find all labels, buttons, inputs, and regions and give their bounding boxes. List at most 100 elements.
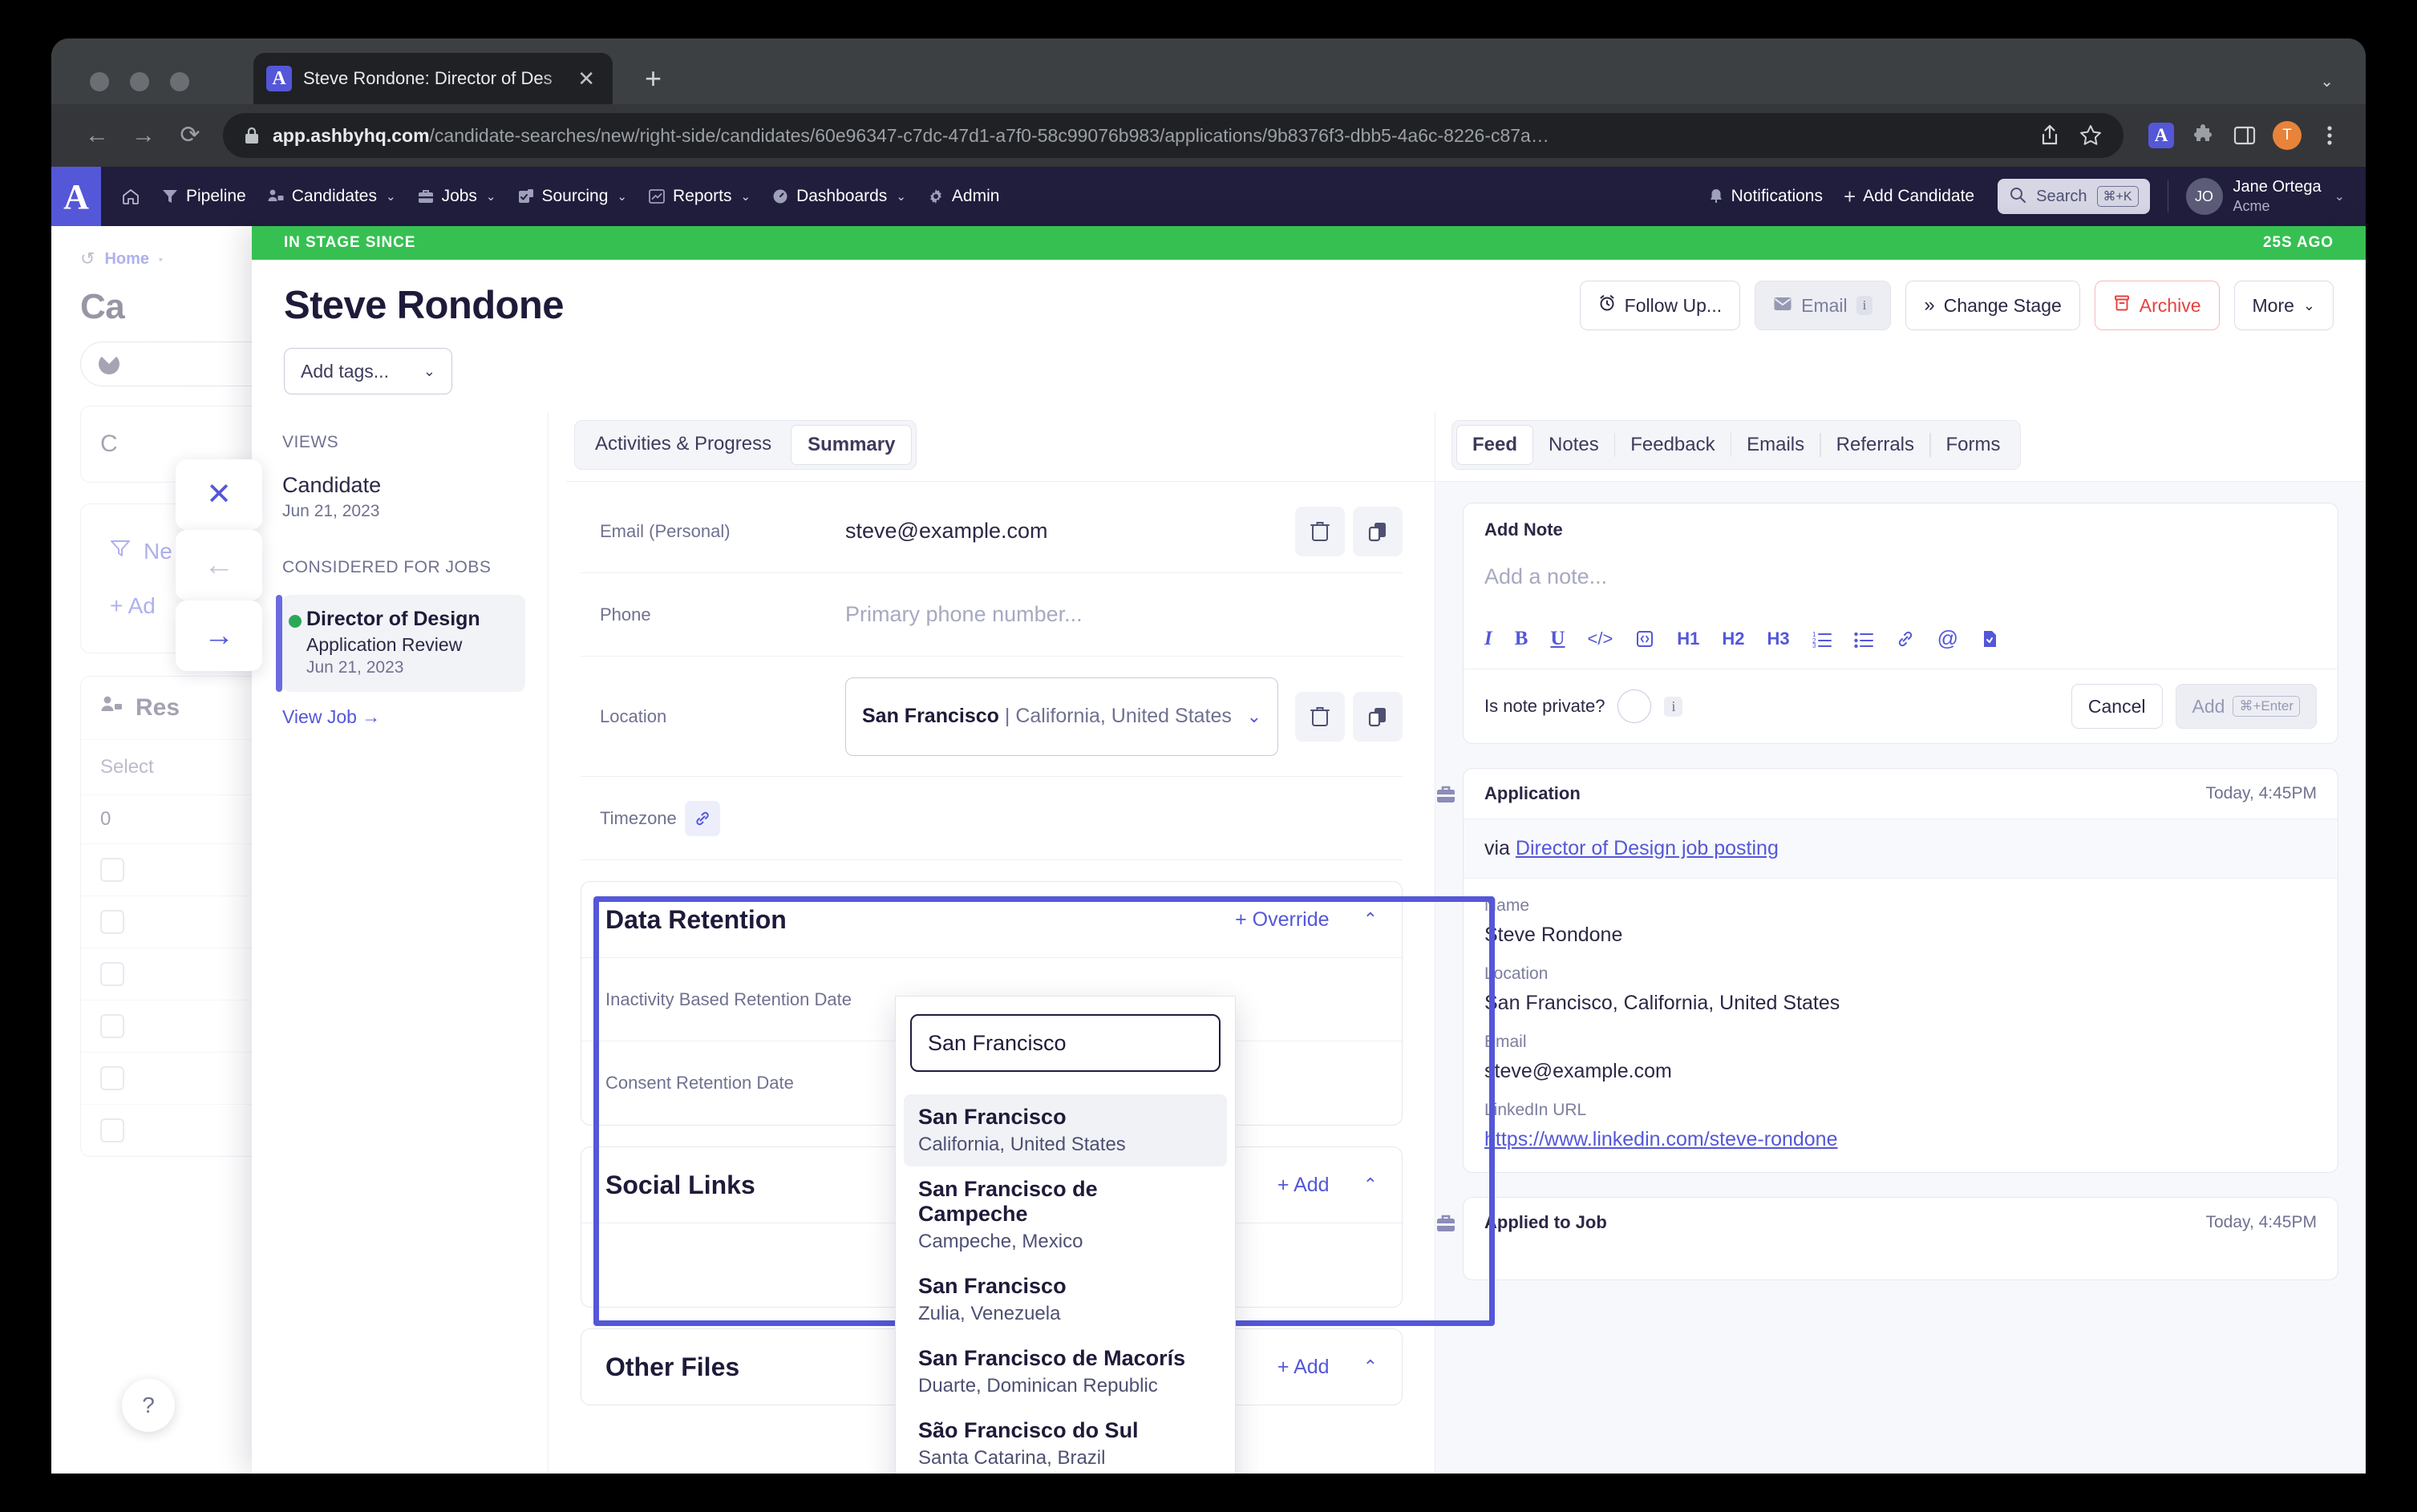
bookmark-star-icon[interactable] <box>2079 123 2103 148</box>
sidebar-item-director-of-design[interactable]: Director of Design Application Review Ju… <box>282 595 525 692</box>
user-menu[interactable]: Jane Ortega Acme <box>2233 177 2322 216</box>
browser-menu-icon[interactable] <box>2316 122 2343 149</box>
underline-icon[interactable]: U <box>1550 628 1565 650</box>
ashby-extension-icon[interactable]: A <box>2148 122 2175 149</box>
follow-up-button[interactable]: Follow Up... <box>1580 281 1740 330</box>
mention-icon[interactable]: @ <box>1937 626 1958 651</box>
private-note-toggle[interactable] <box>1617 689 1651 723</box>
new-tab-button[interactable]: + <box>645 64 662 93</box>
italic-icon[interactable]: I <box>1484 628 1492 650</box>
share-icon[interactable] <box>2038 123 2061 148</box>
nav-item-add-candidate[interactable]: + Add Candidate <box>1833 167 1985 226</box>
nav-item-candidates[interactable]: Candidates ⌄ <box>257 167 407 226</box>
code-inline-icon[interactable]: </> <box>1587 629 1613 649</box>
back-button[interactable]: ← <box>74 123 120 148</box>
more-button[interactable]: More ⌄ <box>2234 281 2334 330</box>
tab-forms[interactable]: Forms <box>1931 426 2016 464</box>
nav-item-home[interactable] <box>111 167 151 226</box>
history-clock-icon[interactable]: ↺ <box>80 249 95 269</box>
nav-item-admin[interactable]: Admin <box>917 167 1010 226</box>
address-bar[interactable]: app.ashbyhq.com/candidate-searches/new/r… <box>223 113 2123 158</box>
ordered-list-icon[interactable]: 123 <box>1812 630 1832 648</box>
chevron-up-icon[interactable]: ⌃ <box>1363 1174 1378 1195</box>
tab-feed[interactable]: Feed <box>1456 425 1533 465</box>
tab-emails[interactable]: Emails <box>1731 426 1820 464</box>
add-note-button[interactable]: Add ⌘+Enter <box>2176 684 2318 729</box>
tab-referrals[interactable]: Referrals <box>1821 426 1929 464</box>
location-option[interactable]: San Francisco Zulia, Venezuela <box>904 1263 1227 1336</box>
heading-3-icon[interactable]: H3 <box>1767 629 1790 649</box>
previous-candidate-button[interactable]: ← <box>176 530 262 600</box>
heading-1-icon[interactable]: H1 <box>1677 629 1699 649</box>
sidebar-item-candidate[interactable]: Candidate Jun 21, 2023 <box>282 473 525 521</box>
email-button[interactable]: Email i <box>1755 281 1891 330</box>
location-select[interactable]: San Francisco | California, United State… <box>845 677 1278 756</box>
nav-item-jobs[interactable]: Jobs ⌄ <box>407 167 507 226</box>
location-option[interactable]: San Francisco California, United States <box>904 1094 1227 1166</box>
job-posting-link[interactable]: Director of Design job posting <box>1516 837 1779 859</box>
nav-item-reports[interactable]: Reports ⌄ <box>638 167 761 226</box>
close-panel-button[interactable]: ✕ <box>176 459 262 530</box>
tab-notes[interactable]: Notes <box>1533 426 1614 464</box>
minimize-window-button[interactable] <box>130 72 149 91</box>
note-input[interactable]: Add a note... <box>1464 540 2338 626</box>
linkedin-url-link[interactable]: https://www.linkedin.com/steve-rondone <box>1484 1128 1838 1150</box>
location-option[interactable]: São Francisco do Sul Santa Catarina, Bra… <box>904 1408 1227 1474</box>
archive-button[interactable]: Archive <box>2095 281 2220 330</box>
chevron-down-icon[interactable]: ⌄ <box>2334 188 2345 204</box>
chevron-up-icon[interactable]: ⌃ <box>1363 1356 1378 1377</box>
nav-item-pipeline[interactable]: Pipeline <box>151 167 257 226</box>
close-tab-icon[interactable]: ✕ <box>573 68 600 89</box>
copy-location-button[interactable] <box>1353 692 1403 742</box>
tab-feedback[interactable]: Feedback <box>1615 426 1730 464</box>
link-icon[interactable] <box>685 801 720 836</box>
chevron-down-icon[interactable]: ⌄ <box>1247 706 1261 727</box>
delete-location-button[interactable] <box>1295 692 1345 742</box>
add-file-button[interactable]: + Add <box>1277 1356 1330 1379</box>
heading-2-icon[interactable]: H2 <box>1722 629 1744 649</box>
info-badge[interactable]: i <box>1856 296 1873 315</box>
view-job-link[interactable]: View Job → <box>282 706 525 728</box>
nav-item-sourcing[interactable]: Sourcing ⌄ <box>507 167 638 226</box>
delete-email-button[interactable] <box>1295 507 1345 556</box>
add-social-link-button[interactable]: + Add <box>1277 1174 1330 1197</box>
field-value-placeholder[interactable]: Primary phone number... <box>845 602 1403 627</box>
nav-item-dashboards[interactable]: Dashboards ⌄ <box>761 167 917 226</box>
extensions-puzzle-icon[interactable] <box>2189 122 2217 149</box>
reload-button[interactable]: ⟳ <box>167 123 213 148</box>
change-stage-button[interactable]: » Change Stage <box>1905 281 2079 330</box>
location-option[interactable]: San Francisco de Campeche Campeche, Mexi… <box>904 1166 1227 1263</box>
user-avatar[interactable]: JO <box>2186 178 2223 215</box>
feed-scroll-area[interactable]: Add Note Add a note... I B U </> H1 <box>1435 481 2366 1474</box>
browser-tab[interactable]: A Steve Rondone: Director of Des ✕ <box>253 53 613 104</box>
breadcrumb-home[interactable]: Home <box>104 250 149 269</box>
bullet-list-icon[interactable] <box>1854 630 1873 648</box>
override-button[interactable]: + Override <box>1235 908 1329 932</box>
side-panel-icon[interactable] <box>2231 122 2258 149</box>
link-icon[interactable] <box>1896 629 1915 649</box>
maximize-window-button[interactable] <box>170 72 189 91</box>
forward-button[interactable]: → <box>120 123 167 148</box>
code-block-icon[interactable] <box>1635 629 1654 649</box>
cancel-note-button[interactable]: Cancel <box>2071 684 2163 729</box>
tab-activities-progress[interactable]: Activities & Progress <box>579 425 787 465</box>
tab-summary[interactable]: Summary <box>791 425 912 465</box>
global-search-button[interactable]: Search ⌘+K <box>1998 179 2149 214</box>
window-traffic-lights[interactable] <box>90 72 189 91</box>
chevron-up-icon[interactable]: ⌃ <box>1363 909 1378 930</box>
close-window-button[interactable] <box>90 72 109 91</box>
add-tags-dropdown[interactable]: Add tags... ⌄ <box>284 348 452 394</box>
help-button[interactable]: ? <box>122 1379 175 1432</box>
bold-icon[interactable]: B <box>1515 628 1528 650</box>
attachment-icon[interactable] <box>1981 629 1998 649</box>
copy-email-button[interactable] <box>1353 507 1403 556</box>
field-value[interactable]: steve@example.com <box>845 519 1295 544</box>
info-badge[interactable]: i <box>1664 697 1682 717</box>
chevron-down-icon[interactable]: ⌄ <box>2320 74 2334 90</box>
nav-item-notifications[interactable]: Notifications <box>1698 167 1833 226</box>
next-candidate-button[interactable]: → <box>176 600 262 671</box>
location-option[interactable]: San Francisco de Macorís Duarte, Dominic… <box>904 1336 1227 1408</box>
profile-avatar[interactable]: T <box>2273 121 2302 150</box>
location-search-input[interactable]: San Francisco <box>910 1014 1221 1072</box>
ashby-logo-icon[interactable]: A <box>51 167 101 226</box>
